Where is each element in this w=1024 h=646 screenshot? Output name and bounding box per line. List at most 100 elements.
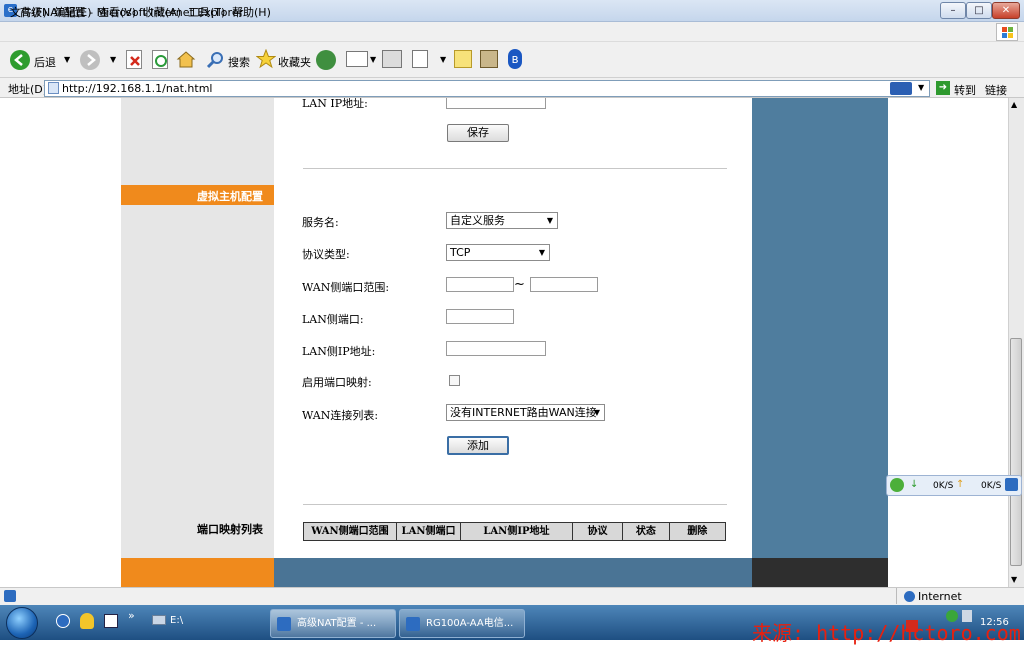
address-url[interactable]: http://192.168.1.1/nat.html bbox=[62, 82, 212, 95]
home-icon[interactable] bbox=[176, 49, 196, 69]
chevron-down-icon: ▼ bbox=[546, 216, 553, 225]
wan-conn-list-label: WAN连接列表: bbox=[302, 409, 379, 422]
wan-conn-list-select[interactable]: 没有INTERNET路由WAN连接 ▼ bbox=[446, 404, 605, 421]
page-viewport: LAN IP地址: 保存 虚拟主机配置 服务名: 自定义服务 ▼ 协议类型: T… bbox=[0, 98, 1008, 587]
qq-icon[interactable] bbox=[80, 613, 94, 629]
lan-ip-input[interactable] bbox=[446, 341, 546, 356]
favorites-star-icon[interactable] bbox=[255, 48, 277, 69]
back-button-label[interactable]: 后退 bbox=[34, 54, 56, 70]
protocol-label: 协议类型: bbox=[302, 248, 350, 261]
protocol-select[interactable]: TCP ▼ bbox=[446, 244, 550, 261]
go-button-label[interactable]: 转到 bbox=[954, 82, 976, 98]
taskbar-clock[interactable]: 12:56 bbox=[980, 617, 1009, 628]
note-icon[interactable] bbox=[454, 50, 472, 68]
lan-ip-top-input[interactable] bbox=[446, 98, 546, 109]
add-button[interactable]: 添加 bbox=[447, 436, 509, 455]
menu-tools[interactable]: 工具(T) bbox=[188, 4, 225, 20]
table-divider bbox=[303, 504, 727, 505]
favorites-button-label[interactable]: 收藏夹 bbox=[278, 54, 311, 70]
menu-bar bbox=[0, 22, 1024, 42]
quicklaunch-chevron[interactable]: » bbox=[128, 609, 135, 622]
col-lan-port: LAN侧端口 bbox=[397, 523, 462, 540]
start-button[interactable] bbox=[6, 607, 38, 639]
upload-arrow-icon: ↑ bbox=[956, 479, 965, 490]
address-dropdown-icon[interactable]: ▼ bbox=[918, 83, 924, 92]
forward-arrow-icon[interactable] bbox=[80, 50, 100, 70]
service-name-select[interactable]: 自定义服务 ▼ bbox=[446, 212, 558, 229]
print-icon[interactable] bbox=[382, 50, 402, 68]
ie-quicklaunch-icon[interactable] bbox=[56, 614, 70, 628]
menu-edit[interactable]: 编辑(E) bbox=[54, 4, 92, 20]
menu-file[interactable]: 文件(F) bbox=[10, 4, 47, 20]
section-divider bbox=[303, 168, 727, 169]
chevron-down-icon: ▼ bbox=[593, 408, 600, 417]
edit-dropdown-icon[interactable]: ▼ bbox=[440, 55, 446, 64]
search-icon[interactable] bbox=[206, 50, 226, 70]
status-separator bbox=[896, 588, 897, 604]
mail-dropdown-icon[interactable]: ▼ bbox=[370, 55, 376, 64]
scrollbar-thumb[interactable] bbox=[1010, 338, 1022, 566]
service-name-label: 服务名: bbox=[302, 216, 339, 229]
minimize-button[interactable]: – bbox=[940, 2, 966, 19]
app-quicklaunch-icon[interactable] bbox=[104, 614, 118, 628]
enable-mapping-checkbox[interactable] bbox=[449, 375, 460, 386]
upload-speed: 0K/S bbox=[981, 481, 1002, 491]
save-button[interactable]: 保存 bbox=[447, 124, 509, 142]
lan-port-input[interactable] bbox=[446, 309, 514, 324]
back-dropdown-icon[interactable]: ▼ bbox=[64, 55, 70, 64]
menu-view[interactable]: 查看(V) bbox=[98, 4, 136, 20]
windows-flag-icon bbox=[996, 23, 1018, 41]
drive-icon[interactable] bbox=[152, 615, 166, 625]
col-delete: 删除 bbox=[687, 526, 708, 537]
left-sidebar bbox=[121, 98, 274, 558]
links-label[interactable]: 链接 bbox=[985, 82, 1007, 98]
protocol-value: TCP bbox=[450, 246, 471, 259]
task-button-rg100a[interactable]: RG100A-AA电信... bbox=[399, 609, 525, 638]
col-lan-ip: LAN侧IP地址 bbox=[461, 523, 573, 540]
bluetooth-icon[interactable]: ʙ bbox=[508, 49, 522, 69]
close-button[interactable]: ✕ bbox=[992, 2, 1020, 19]
wan-port-range-label: WAN侧端口范围: bbox=[302, 281, 390, 294]
back-arrow-icon[interactable] bbox=[10, 50, 30, 70]
range-separator: ~ bbox=[514, 277, 525, 292]
config-panel bbox=[274, 98, 752, 558]
mail-icon[interactable] bbox=[346, 51, 368, 67]
wan-port-start-input[interactable] bbox=[446, 277, 514, 292]
lan-ip-label: LAN侧IP地址: bbox=[302, 345, 376, 358]
right-blue-column bbox=[752, 98, 888, 558]
scroll-up-icon[interactable]: ▲ bbox=[1011, 100, 1017, 109]
task-button-nat[interactable]: 高级NAT配置 - ... bbox=[270, 609, 396, 638]
research-icon[interactable] bbox=[480, 50, 498, 68]
network-speed-widget[interactable] bbox=[886, 475, 1022, 496]
edit-page-icon[interactable] bbox=[412, 50, 428, 68]
forward-dropdown-icon[interactable]: ▼ bbox=[110, 55, 116, 64]
folder-toolbar-label[interactable]: E:\ bbox=[170, 615, 183, 626]
task-label: RG100A-AA电信... bbox=[426, 618, 514, 629]
mail-notify-icon[interactable] bbox=[890, 82, 912, 95]
go-arrow-icon[interactable]: ➜ bbox=[936, 81, 950, 95]
col-protocol: 协议 bbox=[573, 523, 624, 540]
download-arrow-icon: ↓ bbox=[910, 479, 919, 490]
security-zone: Internet bbox=[918, 590, 962, 603]
virtual-host-section-title: 虚拟主机配置 bbox=[197, 190, 263, 203]
lan-ip-top-label: LAN IP地址: bbox=[302, 98, 368, 110]
port-mapping-table-header: WAN侧端口范围 LAN侧端口 LAN侧IP地址 协议 状态 删除 bbox=[303, 522, 726, 541]
col-status: 状态 bbox=[623, 523, 670, 540]
scroll-down-icon[interactable]: ▼ bbox=[1011, 575, 1017, 584]
refresh-icon[interactable] bbox=[152, 50, 168, 69]
menu-help[interactable]: 帮助(H) bbox=[232, 4, 271, 20]
search-button-label[interactable]: 搜索 bbox=[228, 54, 250, 70]
chevron-down-icon: ▼ bbox=[538, 248, 545, 257]
port-mapping-list-title: 端口映射列表 bbox=[197, 523, 263, 536]
wan-conn-list-value: 没有INTERNET路由WAN连接 bbox=[450, 406, 597, 419]
maximize-button[interactable]: □ bbox=[966, 2, 992, 19]
wan-port-end-input[interactable] bbox=[530, 277, 598, 292]
footer-orange-block bbox=[121, 558, 274, 587]
service-name-value: 自定义服务 bbox=[450, 214, 505, 227]
status-bar bbox=[0, 587, 1024, 605]
history-icon[interactable] bbox=[316, 50, 336, 70]
ie-small-icon bbox=[1005, 478, 1018, 491]
ie-task-icon bbox=[277, 617, 291, 631]
menu-favorites[interactable]: 收藏(A) bbox=[143, 4, 181, 20]
stop-icon[interactable] bbox=[126, 50, 142, 69]
